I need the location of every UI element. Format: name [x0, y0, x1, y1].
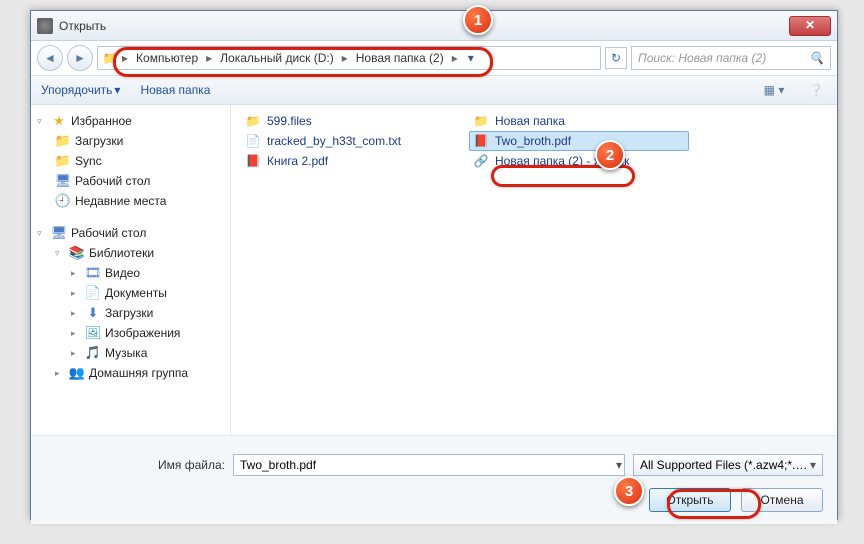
- chevron-down-icon: ▾: [114, 83, 120, 97]
- homegroup-icon: 👥: [69, 365, 85, 381]
- window-title: Открыть: [59, 19, 789, 33]
- desktop-icon: 🖥: [55, 173, 71, 189]
- breadcrumb[interactable]: Новая папка (2): [352, 51, 448, 65]
- file-list: 📁599.files 📄tracked_by_h33t_com.txt 📕Кни…: [231, 105, 837, 435]
- document-icon: 📄: [85, 285, 101, 301]
- address-bar[interactable]: 📁 ▸ Компьютер ▸ Локальный диск (D:) ▸ Но…: [97, 46, 601, 70]
- cancel-button[interactable]: Отмена: [741, 488, 823, 512]
- sidebar-item-sync[interactable]: 📁Sync: [31, 151, 230, 171]
- breadcrumb[interactable]: Локальный диск (D:): [216, 51, 338, 65]
- organize-menu[interactable]: Упорядочить ▾: [41, 83, 120, 97]
- list-item[interactable]: 📄tracked_by_h33t_com.txt: [241, 131, 461, 151]
- list-item[interactable]: 📁599.files: [241, 111, 461, 131]
- folder-icon: 📁: [473, 113, 489, 129]
- toolbar: Упорядочить ▾ Новая папка ▦ ▾ ❔: [31, 75, 837, 105]
- sidebar-item-images[interactable]: ▸🖼Изображения: [31, 323, 230, 343]
- file-column: 📁599.files 📄tracked_by_h33t_com.txt 📕Кни…: [241, 111, 461, 171]
- pdf-icon: 📕: [245, 153, 261, 169]
- chevron-right-icon: ▸: [342, 51, 348, 65]
- sidebar-item-recent[interactable]: 🕘Недавние места: [31, 191, 230, 211]
- shortcut-icon: 🔗: [473, 153, 489, 169]
- chevron-down-icon: ▾: [810, 458, 816, 472]
- chevron-right-icon: ▸: [206, 51, 212, 65]
- homegroup-header[interactable]: ▸👥Домашняя группа: [31, 363, 230, 383]
- sidebar-item-downloads2[interactable]: ▸⬇Загрузки: [31, 303, 230, 323]
- sidebar-item-desktop[interactable]: 🖥Рабочий стол: [31, 171, 230, 191]
- sidebar-item-music[interactable]: ▸🎵Музыка: [31, 343, 230, 363]
- refresh-button[interactable]: ↻: [605, 47, 627, 69]
- music-icon: 🎵: [85, 345, 101, 361]
- navigation-pane: ▿★Избранное 📁Загрузки 📁Sync 🖥Рабочий сто…: [31, 105, 231, 435]
- filename-label: Имя файла:: [45, 458, 225, 472]
- library-icon: 📚: [69, 245, 85, 261]
- video-icon: 🎞: [85, 265, 101, 281]
- sidebar-item-downloads[interactable]: 📁Загрузки: [31, 131, 230, 151]
- breadcrumb[interactable]: Компьютер: [132, 51, 202, 65]
- list-item[interactable]: 📕Книга 2.pdf: [241, 151, 461, 171]
- dialog-body: ▿★Избранное 📁Загрузки 📁Sync 🖥Рабочий сто…: [31, 105, 837, 435]
- view-options-button[interactable]: ▦ ▾: [763, 79, 785, 101]
- chevron-right-icon: ▸: [452, 51, 458, 65]
- list-item-selected[interactable]: 📕Two_broth.pdf: [469, 131, 689, 151]
- help-button[interactable]: ❔: [805, 79, 827, 101]
- bottom-panel: Имя файла: Two_broth.pdf ▾ All Supported…: [31, 435, 837, 524]
- folder-icon: 📁: [55, 133, 71, 149]
- callout-badge-1: 1: [463, 5, 493, 35]
- nav-row: ◄ ► 📁 ▸ Компьютер ▸ Локальный диск (D:) …: [31, 41, 837, 75]
- desktop-icon: 🖥: [51, 225, 67, 241]
- filename-input[interactable]: Two_broth.pdf ▾: [233, 454, 625, 476]
- recent-icon: 🕘: [55, 193, 71, 209]
- titlebar: Открыть ✕: [31, 11, 837, 41]
- folder-icon: 📁: [245, 113, 261, 129]
- download-icon: ⬇: [85, 305, 101, 321]
- search-placeholder: Поиск: Новая папка (2): [638, 51, 766, 65]
- chevron-right-icon: ▸: [122, 51, 128, 65]
- list-item[interactable]: 🔗Новая папка (2) - Ярлык: [469, 151, 689, 171]
- callout-badge-2: 2: [595, 140, 625, 170]
- folder-icon: 📁: [55, 153, 71, 169]
- back-button[interactable]: ◄: [37, 45, 63, 71]
- search-icon: 🔍: [809, 51, 824, 65]
- close-button[interactable]: ✕: [789, 16, 831, 36]
- open-file-dialog: Открыть ✕ ◄ ► 📁 ▸ Компьютер ▸ Локальный …: [30, 10, 838, 520]
- chevron-down-icon[interactable]: ▾: [616, 458, 622, 472]
- callout-badge-3: 3: [614, 476, 644, 506]
- pictures-icon: 🖼: [85, 325, 101, 341]
- app-icon: [37, 18, 53, 34]
- pdf-icon: 📕: [473, 133, 489, 149]
- address-dropdown[interactable]: ▾: [462, 51, 480, 65]
- sidebar-item-documents[interactable]: ▸📄Документы: [31, 283, 230, 303]
- favorites-header[interactable]: ▿★Избранное: [31, 111, 230, 131]
- open-button[interactable]: Открыть: [649, 488, 731, 512]
- file-type-filter[interactable]: All Supported Files (*.azw4;*.azv ▾: [633, 454, 823, 476]
- search-input[interactable]: Поиск: Новая папка (2) 🔍: [631, 46, 831, 70]
- sidebar-item-video[interactable]: ▸🎞Видео: [31, 263, 230, 283]
- filename-row: Имя файла: Two_broth.pdf ▾ All Supported…: [45, 454, 823, 476]
- forward-button[interactable]: ►: [67, 45, 93, 71]
- list-item[interactable]: 📁Новая папка: [469, 111, 689, 131]
- new-folder-button[interactable]: Новая папка: [140, 83, 210, 97]
- text-file-icon: 📄: [245, 133, 261, 149]
- button-row: Открыть Отмена: [45, 488, 823, 512]
- folder-icon: 📁: [102, 50, 118, 66]
- star-icon: ★: [51, 113, 67, 129]
- libraries-header[interactable]: ▿📚Библиотеки: [31, 243, 230, 263]
- file-column: 📁Новая папка 📕Two_broth.pdf 🔗Новая папка…: [469, 111, 689, 171]
- desktop-header[interactable]: ▿🖥Рабочий стол: [31, 223, 230, 243]
